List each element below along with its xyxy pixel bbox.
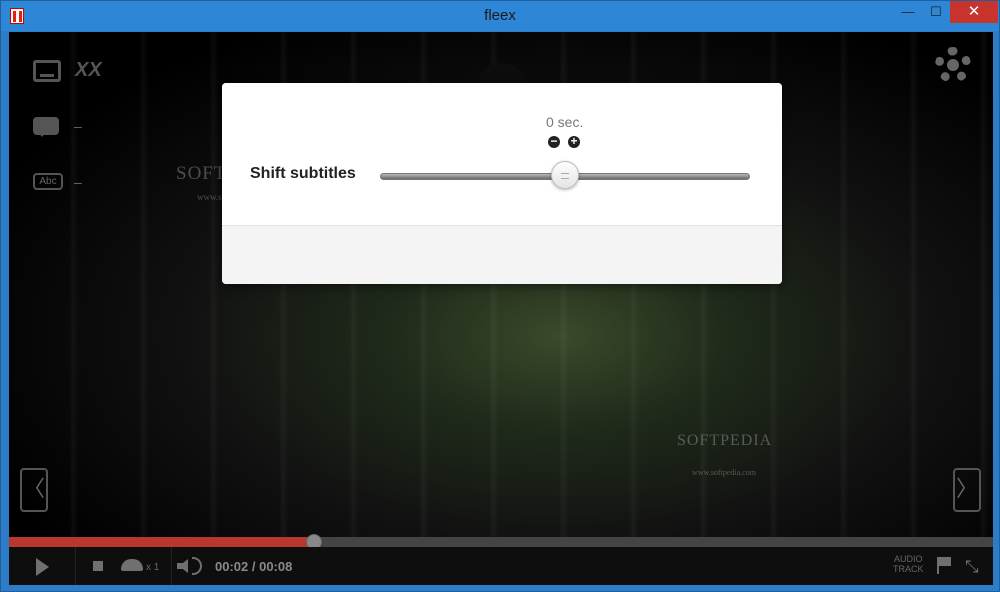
stop-icon[interactable] xyxy=(93,561,103,571)
divider xyxy=(171,547,172,585)
flag-icon[interactable] xyxy=(937,557,951,574)
gear-icon[interactable] xyxy=(935,47,971,83)
speech-bubble-icon[interactable] xyxy=(33,117,59,137)
turtle-speed-icon[interactable] xyxy=(121,559,143,571)
shift-subtitles-dialog: 0 sec. − + Shift subtitles Ok xyxy=(222,83,782,284)
dialog-footer: Ok xyxy=(222,226,782,284)
time-display: 00:02 / 00:08 xyxy=(215,559,293,574)
watermark-text: SOFTPEDIA xyxy=(677,432,773,449)
control-bar: x 1 00:02 / 00:08 AUDIO TRACK ⤡ xyxy=(9,547,993,585)
abc-icon[interactable]: Abc xyxy=(33,173,63,190)
abc-value: – xyxy=(74,174,82,190)
subtitle-toggle-icon[interactable] xyxy=(33,60,61,82)
play-icon[interactable] xyxy=(36,558,49,576)
audio-track-label: TRACK xyxy=(893,564,924,574)
volume-wave-icon xyxy=(192,557,202,575)
volume-icon[interactable] xyxy=(177,559,188,573)
minimize-button[interactable]: — xyxy=(893,1,923,23)
seek-bar[interactable] xyxy=(9,534,993,550)
speed-label: x 1 xyxy=(146,562,160,573)
minus-icon[interactable]: − xyxy=(548,135,560,148)
watermark-url: www.softpedia.com xyxy=(692,468,756,477)
next-button[interactable]: 〉 xyxy=(953,468,981,512)
previous-button[interactable]: 〈 xyxy=(20,468,48,512)
shift-slider-thumb[interactable] xyxy=(551,161,579,189)
offset-display: 0 sec. xyxy=(546,114,584,130)
close-button[interactable]: ✕ xyxy=(950,1,998,23)
dialog-body: 0 sec. − + Shift subtitles xyxy=(222,83,782,226)
seek-bar-progress xyxy=(9,537,315,547)
plus-icon[interactable]: + xyxy=(568,135,580,148)
shift-subtitles-label: Shift subtitles xyxy=(250,165,356,182)
title-bar[interactable]: fleex — ☐ ✕ xyxy=(1,1,999,31)
audio-track-label: AUDIO xyxy=(894,554,923,564)
app-window: fleex — ☐ ✕ SOFTPEDIA www.softpedia.com … xyxy=(0,0,1000,592)
subtitle-value: – xyxy=(74,118,82,134)
fullscreen-icon[interactable]: ⤡ xyxy=(965,557,979,577)
audio-track-button[interactable]: AUDIO TRACK xyxy=(893,554,924,574)
window-title: fleex xyxy=(484,7,516,24)
maximize-button[interactable]: ☐ xyxy=(921,1,951,23)
subtitle-off-icon[interactable]: XX xyxy=(75,59,102,82)
divider xyxy=(75,547,76,585)
